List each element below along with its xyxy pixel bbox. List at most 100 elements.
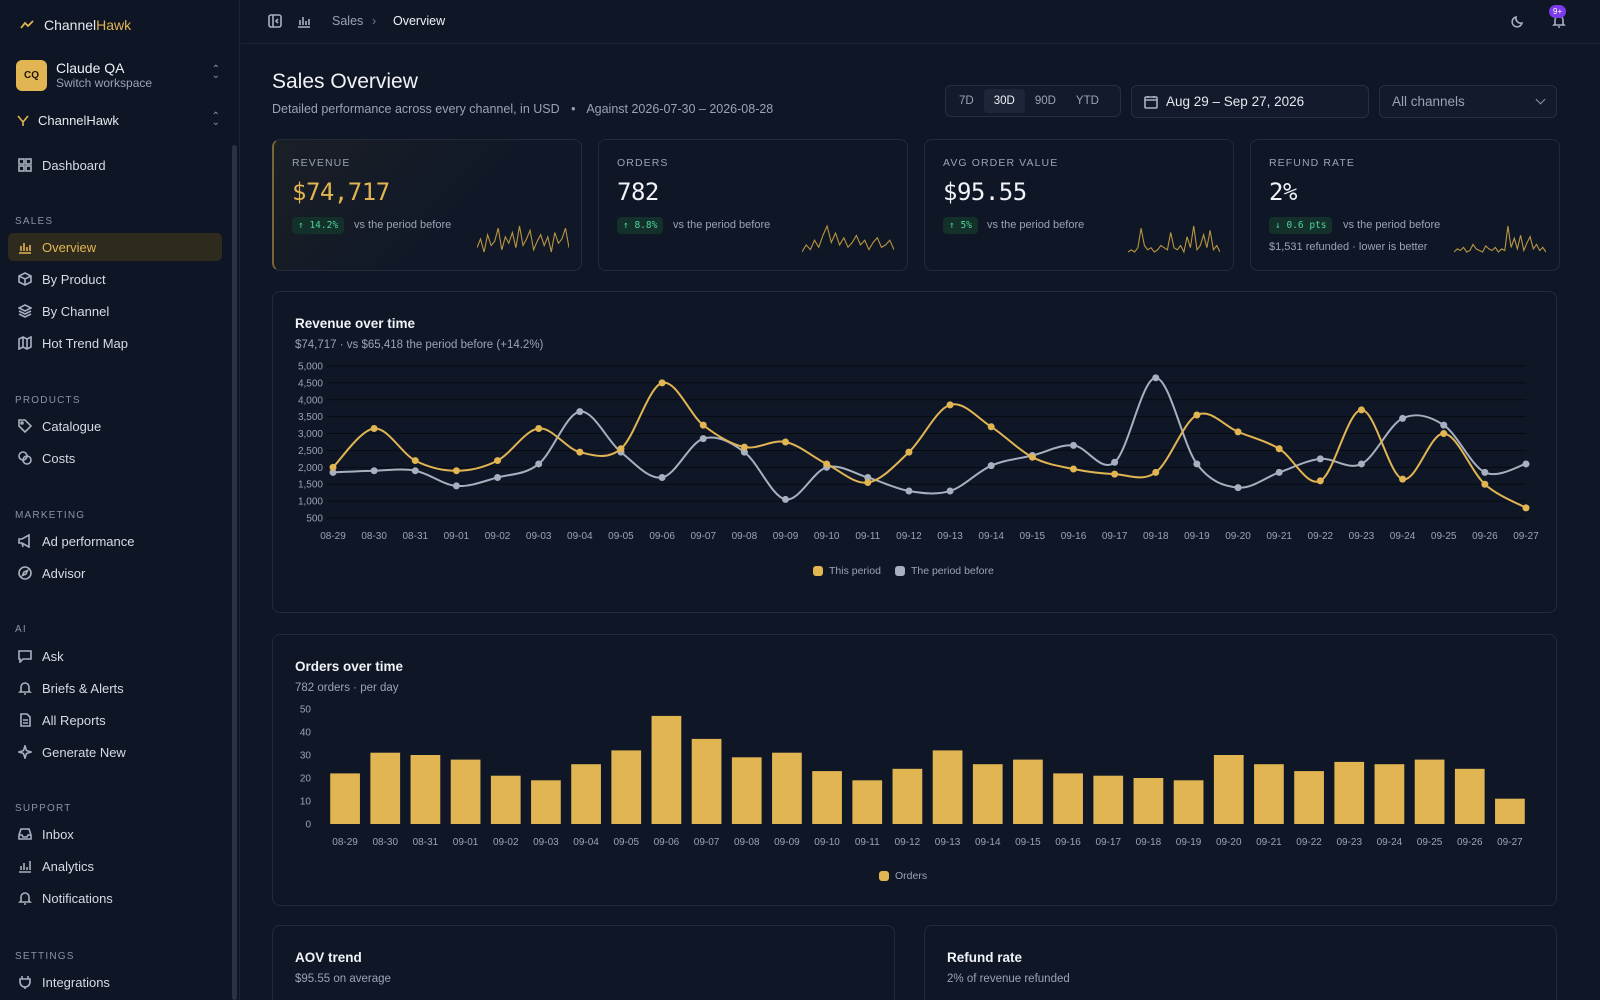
data-point[interactable] (740, 443, 748, 451)
data-point[interactable] (823, 460, 831, 468)
kpi-card-refund-rate[interactable]: REFUND RATE 2% ↓ 0.6 pts vs the period b… (1250, 139, 1560, 271)
range-90d-button[interactable]: 90D (1025, 89, 1066, 113)
data-point[interactable] (1234, 428, 1242, 436)
data-point[interactable] (370, 424, 378, 432)
data-point[interactable] (535, 424, 543, 432)
data-point[interactable] (987, 462, 995, 470)
range-7d-button[interactable]: 7D (949, 89, 984, 113)
data-point[interactable] (1357, 460, 1365, 468)
nav-hot-trend-map[interactable]: Hot Trend Map (8, 329, 222, 357)
bar[interactable] (1173, 780, 1204, 824)
data-point[interactable] (452, 482, 460, 490)
data-point[interactable] (1234, 484, 1242, 492)
data-point[interactable] (576, 448, 584, 456)
bar[interactable] (1334, 761, 1365, 824)
toggle-sidebar-button[interactable] (267, 13, 283, 29)
bar[interactable] (1254, 764, 1284, 824)
bar[interactable] (330, 773, 360, 824)
nav-inbox[interactable]: Inbox (8, 820, 222, 848)
nav-briefs-alerts[interactable]: Briefs & Alerts (8, 674, 222, 702)
bar[interactable] (691, 738, 722, 824)
sidebar-scrollbar[interactable] (232, 145, 237, 1000)
data-point[interactable] (411, 457, 419, 465)
kpi-card-aov[interactable]: AVG ORDER VALUE $95.55 ↑ 5% vs the perio… (924, 139, 1234, 271)
data-point[interactable] (411, 467, 419, 475)
bar[interactable] (852, 780, 883, 824)
data-point[interactable] (1399, 414, 1407, 422)
data-point[interactable] (370, 467, 378, 475)
bar[interactable] (1213, 755, 1244, 824)
bar[interactable] (1093, 775, 1124, 824)
data-point[interactable] (452, 467, 460, 475)
theme-toggle-button[interactable] (1510, 13, 1526, 29)
data-point[interactable] (1275, 445, 1283, 453)
data-point[interactable] (1069, 441, 1077, 449)
data-point[interactable] (1522, 504, 1530, 512)
nav-ask[interactable]: Ask (8, 642, 222, 670)
bar[interactable] (490, 775, 521, 824)
data-point[interactable] (576, 408, 584, 416)
bar[interactable] (1133, 778, 1164, 824)
nav-notifications[interactable]: Notifications (8, 884, 222, 912)
bar[interactable] (531, 780, 561, 824)
nav-generate-new[interactable]: Generate New (8, 738, 222, 766)
bar[interactable] (812, 771, 842, 824)
bar[interactable] (370, 752, 401, 824)
nav-integrations[interactable]: Integrations (8, 968, 222, 996)
bar[interactable] (651, 715, 682, 824)
bar[interactable] (731, 757, 762, 824)
data-point[interactable] (658, 379, 666, 387)
kpi-card-revenue[interactable]: REVENUE $74,717 ↑ 14.2% vs the period be… (272, 139, 582, 271)
date-range-picker[interactable]: Aug 29 – Sep 27, 2026 (1131, 85, 1369, 118)
brand[interactable]: ChannelHawk (20, 17, 131, 33)
data-point[interactable] (864, 479, 872, 487)
data-point[interactable] (535, 460, 543, 468)
data-point[interactable] (782, 438, 790, 446)
data-point[interactable] (1152, 374, 1160, 382)
data-point[interactable] (1193, 411, 1201, 419)
nav-advisor[interactable]: Advisor (8, 559, 222, 587)
bar[interactable] (410, 755, 441, 824)
data-point[interactable] (946, 401, 954, 409)
data-point[interactable] (782, 495, 790, 503)
data-point[interactable] (494, 457, 502, 465)
nav-by-product[interactable]: By Product (8, 265, 222, 293)
bar[interactable] (1454, 768, 1485, 824)
range-ytd-button[interactable]: YTD (1066, 89, 1109, 113)
bar[interactable] (1053, 773, 1083, 824)
bar[interactable] (571, 764, 601, 824)
data-point[interactable] (329, 463, 337, 471)
data-point[interactable] (699, 435, 707, 443)
bar[interactable] (1495, 798, 1525, 824)
data-point[interactable] (1152, 468, 1160, 476)
data-point[interactable] (1522, 460, 1530, 468)
kpi-card-orders[interactable]: ORDERS 782 ↑ 8.8% vs the period before (598, 139, 908, 271)
data-point[interactable] (1481, 468, 1489, 476)
range-30d-button[interactable]: 30D (983, 89, 1025, 113)
channel-select[interactable]: All channels (1379, 85, 1557, 118)
data-point[interactable] (1316, 477, 1324, 485)
data-point[interactable] (1357, 406, 1365, 414)
bar[interactable] (932, 750, 963, 824)
data-point[interactable] (1440, 430, 1448, 438)
bar[interactable] (892, 768, 923, 824)
data-point[interactable] (1111, 458, 1119, 466)
workspace-switcher[interactable]: CQ Claude QA Switch workspace ⌃ ⌄ (16, 58, 224, 92)
bar[interactable] (450, 759, 481, 824)
bar[interactable] (972, 764, 1003, 824)
nav-dashboard[interactable]: Dashboard (8, 151, 222, 179)
data-point[interactable] (987, 423, 995, 431)
data-point[interactable] (946, 487, 954, 495)
data-point[interactable] (494, 473, 502, 481)
nav-catalogue[interactable]: Catalogue (8, 412, 222, 440)
bar[interactable] (1294, 771, 1324, 824)
data-point[interactable] (1275, 468, 1283, 476)
data-point[interactable] (1440, 421, 1448, 429)
data-point[interactable] (658, 473, 666, 481)
data-point[interactable] (905, 448, 913, 456)
data-point[interactable] (1193, 460, 1201, 468)
page-type-button[interactable] (296, 13, 312, 29)
data-point[interactable] (1028, 453, 1036, 461)
nav-overview[interactable]: Overview (8, 233, 222, 261)
bar[interactable] (611, 750, 642, 824)
